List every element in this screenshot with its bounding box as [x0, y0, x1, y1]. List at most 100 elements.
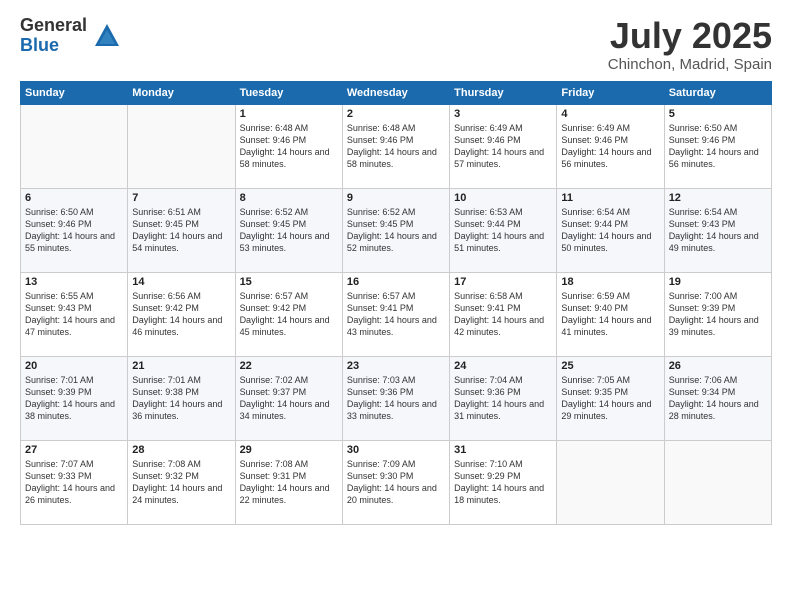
- day-info: Daylight: 14 hours and 54 minutes.: [132, 230, 230, 254]
- col-thursday: Thursday: [450, 81, 557, 104]
- day-number: 28: [132, 444, 230, 456]
- day-number: 26: [669, 360, 767, 372]
- calendar-cell: 9Sunrise: 6:52 AMSunset: 9:45 PMDaylight…: [342, 188, 449, 272]
- day-info: Daylight: 14 hours and 41 minutes.: [561, 314, 659, 338]
- calendar-cell: 1Sunrise: 6:48 AMSunset: 9:46 PMDaylight…: [235, 104, 342, 188]
- day-info: Daylight: 14 hours and 18 minutes.: [454, 482, 552, 506]
- day-info: Sunrise: 6:53 AM: [454, 206, 552, 218]
- day-info: Sunset: 9:41 PM: [347, 302, 445, 314]
- calendar-cell: 28Sunrise: 7:08 AMSunset: 9:32 PMDayligh…: [128, 440, 235, 524]
- day-info: Sunset: 9:35 PM: [561, 386, 659, 398]
- day-number: 30: [347, 444, 445, 456]
- day-info: Daylight: 14 hours and 53 minutes.: [240, 230, 338, 254]
- day-info: Sunrise: 6:50 AM: [25, 206, 123, 218]
- day-number: 1: [240, 108, 338, 120]
- day-info: Daylight: 14 hours and 55 minutes.: [25, 230, 123, 254]
- day-info: Sunrise: 6:49 AM: [454, 122, 552, 134]
- day-number: 22: [240, 360, 338, 372]
- day-info: Sunset: 9:36 PM: [347, 386, 445, 398]
- calendar-cell: 23Sunrise: 7:03 AMSunset: 9:36 PMDayligh…: [342, 356, 449, 440]
- day-info: Sunrise: 7:08 AM: [132, 458, 230, 470]
- day-number: 18: [561, 276, 659, 288]
- day-number: 23: [347, 360, 445, 372]
- calendar-cell: 31Sunrise: 7:10 AMSunset: 9:29 PMDayligh…: [450, 440, 557, 524]
- day-number: 31: [454, 444, 552, 456]
- calendar-cell: 15Sunrise: 6:57 AMSunset: 9:42 PMDayligh…: [235, 272, 342, 356]
- day-info: Daylight: 14 hours and 28 minutes.: [669, 398, 767, 422]
- day-info: Daylight: 14 hours and 56 minutes.: [561, 146, 659, 170]
- day-number: 19: [669, 276, 767, 288]
- day-info: Sunrise: 7:02 AM: [240, 374, 338, 386]
- day-info: Daylight: 14 hours and 33 minutes.: [347, 398, 445, 422]
- day-number: 7: [132, 192, 230, 204]
- day-info: Sunset: 9:46 PM: [25, 218, 123, 230]
- calendar-cell: 13Sunrise: 6:55 AMSunset: 9:43 PMDayligh…: [21, 272, 128, 356]
- calendar-week-3: 13Sunrise: 6:55 AMSunset: 9:43 PMDayligh…: [21, 272, 772, 356]
- logo-general: General: [20, 16, 87, 36]
- day-info: Sunrise: 7:09 AM: [347, 458, 445, 470]
- calendar-cell: 6Sunrise: 6:50 AMSunset: 9:46 PMDaylight…: [21, 188, 128, 272]
- calendar-cell: 26Sunrise: 7:06 AMSunset: 9:34 PMDayligh…: [664, 356, 771, 440]
- calendar-cell: 14Sunrise: 6:56 AMSunset: 9:42 PMDayligh…: [128, 272, 235, 356]
- day-info: Sunset: 9:39 PM: [25, 386, 123, 398]
- col-wednesday: Wednesday: [342, 81, 449, 104]
- day-info: Daylight: 14 hours and 31 minutes.: [454, 398, 552, 422]
- calendar-cell: 18Sunrise: 6:59 AMSunset: 9:40 PMDayligh…: [557, 272, 664, 356]
- day-info: Sunrise: 7:07 AM: [25, 458, 123, 470]
- day-info: Sunrise: 6:52 AM: [347, 206, 445, 218]
- day-info: Daylight: 14 hours and 58 minutes.: [347, 146, 445, 170]
- day-info: Daylight: 14 hours and 43 minutes.: [347, 314, 445, 338]
- calendar-cell: [21, 104, 128, 188]
- calendar-cell: 7Sunrise: 6:51 AMSunset: 9:45 PMDaylight…: [128, 188, 235, 272]
- day-info: Daylight: 14 hours and 22 minutes.: [240, 482, 338, 506]
- day-info: Sunrise: 6:58 AM: [454, 290, 552, 302]
- page-header: General Blue July 2025 Chinchon, Madrid,…: [20, 16, 772, 73]
- calendar-subtitle: Chinchon, Madrid, Spain: [608, 56, 772, 73]
- day-info: Sunset: 9:46 PM: [454, 134, 552, 146]
- day-info: Sunrise: 6:54 AM: [669, 206, 767, 218]
- day-number: 14: [132, 276, 230, 288]
- day-info: Daylight: 14 hours and 39 minutes.: [669, 314, 767, 338]
- calendar-cell: [664, 440, 771, 524]
- day-info: Sunrise: 6:55 AM: [25, 290, 123, 302]
- calendar-cell: 30Sunrise: 7:09 AMSunset: 9:30 PMDayligh…: [342, 440, 449, 524]
- day-number: 2: [347, 108, 445, 120]
- day-info: Sunset: 9:42 PM: [132, 302, 230, 314]
- day-number: 13: [25, 276, 123, 288]
- calendar-cell: 12Sunrise: 6:54 AMSunset: 9:43 PMDayligh…: [664, 188, 771, 272]
- calendar-table: Sunday Monday Tuesday Wednesday Thursday…: [20, 81, 772, 525]
- day-info: Sunset: 9:31 PM: [240, 470, 338, 482]
- day-info: Sunrise: 7:00 AM: [669, 290, 767, 302]
- day-info: Sunrise: 6:56 AM: [132, 290, 230, 302]
- day-info: Sunset: 9:40 PM: [561, 302, 659, 314]
- day-info: Sunset: 9:38 PM: [132, 386, 230, 398]
- day-number: 16: [347, 276, 445, 288]
- day-info: Sunrise: 7:06 AM: [669, 374, 767, 386]
- day-info: Sunset: 9:46 PM: [669, 134, 767, 146]
- calendar-cell: 3Sunrise: 6:49 AMSunset: 9:46 PMDaylight…: [450, 104, 557, 188]
- day-info: Sunset: 9:41 PM: [454, 302, 552, 314]
- logo: General Blue: [20, 16, 121, 56]
- calendar-week-4: 20Sunrise: 7:01 AMSunset: 9:39 PMDayligh…: [21, 356, 772, 440]
- logo-icon: [93, 22, 121, 50]
- day-info: Daylight: 14 hours and 56 minutes.: [669, 146, 767, 170]
- day-info: Sunrise: 7:10 AM: [454, 458, 552, 470]
- day-number: 17: [454, 276, 552, 288]
- day-number: 15: [240, 276, 338, 288]
- day-number: 10: [454, 192, 552, 204]
- day-info: Sunset: 9:43 PM: [669, 218, 767, 230]
- calendar-cell: 20Sunrise: 7:01 AMSunset: 9:39 PMDayligh…: [21, 356, 128, 440]
- day-number: 11: [561, 192, 659, 204]
- calendar-cell: 17Sunrise: 6:58 AMSunset: 9:41 PMDayligh…: [450, 272, 557, 356]
- calendar-cell: 21Sunrise: 7:01 AMSunset: 9:38 PMDayligh…: [128, 356, 235, 440]
- day-info: Daylight: 14 hours and 50 minutes.: [561, 230, 659, 254]
- col-sunday: Sunday: [21, 81, 128, 104]
- header-row: Sunday Monday Tuesday Wednesday Thursday…: [21, 81, 772, 104]
- day-info: Daylight: 14 hours and 51 minutes.: [454, 230, 552, 254]
- calendar-cell: [557, 440, 664, 524]
- calendar-title: July 2025: [608, 16, 772, 56]
- day-info: Daylight: 14 hours and 52 minutes.: [347, 230, 445, 254]
- day-info: Sunrise: 6:52 AM: [240, 206, 338, 218]
- col-tuesday: Tuesday: [235, 81, 342, 104]
- day-info: Sunset: 9:44 PM: [561, 218, 659, 230]
